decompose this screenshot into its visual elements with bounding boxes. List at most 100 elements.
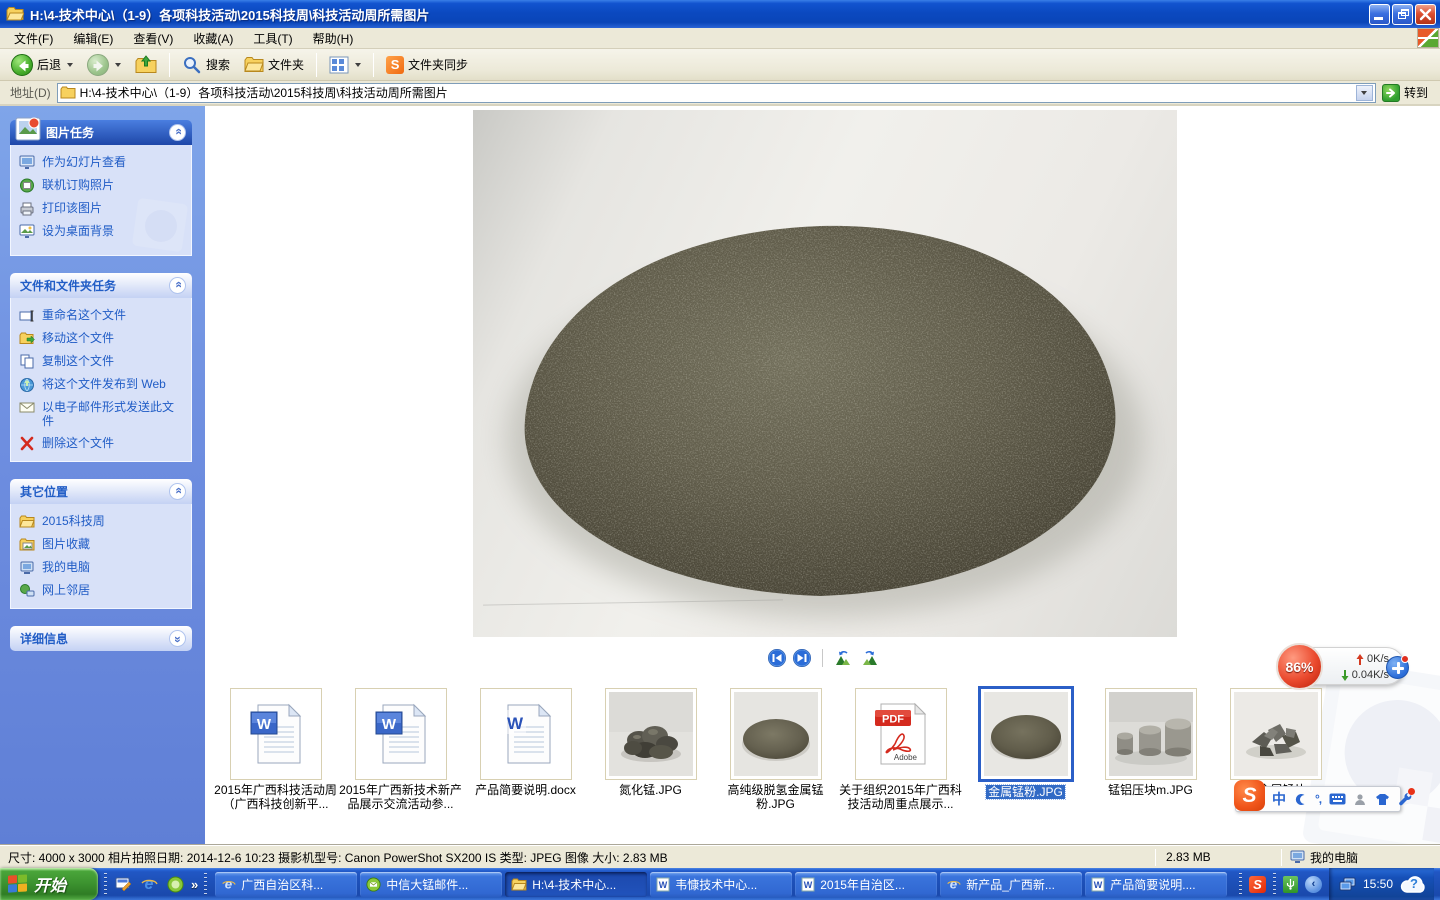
ime-skin-icon[interactable] (1375, 793, 1390, 806)
forward-dropdown-icon[interactable] (115, 63, 121, 67)
file-thumbnail[interactable]: 电解金属锰片... (1213, 688, 1338, 797)
svg-text:W: W (506, 714, 523, 733)
up-button[interactable] (130, 53, 162, 77)
folder-sync-button[interactable]: S 文件夹同步 (381, 54, 473, 76)
menu-favorites[interactable]: 收藏(A) (183, 28, 243, 49)
menu-help[interactable]: 帮助(H) (303, 28, 364, 49)
task-move-file[interactable]: 移动这个文件 (19, 331, 187, 346)
search-label: 搜索 (206, 56, 230, 73)
picture-tasks-header[interactable]: 图片任务 » (10, 120, 192, 145)
taskbar-task-active[interactable]: H:\4-技术中心... (505, 872, 647, 897)
place-network[interactable]: 网上邻居 (19, 583, 187, 598)
address-path: H:\4-技术中心\（1-9）各项科技活动\2015科技周\科技活动周所需图片 (80, 84, 1352, 101)
browser-icon[interactable] (165, 874, 185, 894)
file-thumbnail[interactable]: W 产品简要说明.docx (463, 688, 588, 797)
collapse-icon[interactable]: » (169, 124, 186, 141)
taskbar-task[interactable]: W 产品简要说明.... (1085, 872, 1227, 897)
ime-keyboard-icon[interactable] (1329, 793, 1346, 805)
toolbar-handle[interactable] (204, 873, 207, 895)
task-publish-web[interactable]: 将这个文件发布到 Web (19, 377, 187, 392)
toolbar-handle[interactable] (1239, 873, 1242, 895)
toolbar-handle[interactable] (104, 873, 107, 895)
clock[interactable]: 15:50 (1363, 877, 1393, 891)
close-button[interactable] (1415, 4, 1436, 25)
show-desktop-icon[interactable] (113, 874, 133, 894)
svg-text:PDF: PDF (882, 714, 904, 726)
menu-file[interactable]: 文件(F) (4, 28, 63, 49)
file-thumbnail[interactable]: 锰铝压块m.JPG (1088, 688, 1213, 797)
ime-language-toggle[interactable]: 中 (1272, 789, 1286, 809)
go-label: 转到 (1404, 84, 1428, 101)
internet-explorer-icon[interactable]: e (139, 874, 159, 894)
download-speed-widget[interactable]: 86% 0K/s 0.04K/s (1278, 647, 1405, 685)
place-my-computer[interactable]: 我的电脑 (19, 560, 187, 575)
previous-image-button[interactable] (768, 649, 786, 667)
taskbar-task[interactable]: e 新产品_广西新... (940, 872, 1082, 897)
task-rename-file[interactable]: 重命名这个文件 (19, 308, 187, 323)
progress-badge[interactable]: 86% (1276, 643, 1323, 690)
task-order-prints[interactable]: 联机订购照片 (19, 178, 187, 193)
other-places-header[interactable]: 其它位置 » (10, 479, 192, 504)
address-input[interactable]: H:\4-技术中心\（1-9）各项科技活动\2015科技周\科技活动周所需图片 (57, 83, 1376, 103)
toolbar-handle[interactable] (1273, 873, 1276, 895)
collapse-icon[interactable]: » (169, 483, 186, 500)
ime-punctuation-toggle[interactable]: °, (1315, 792, 1321, 806)
views-dropdown-icon[interactable] (355, 63, 361, 67)
menu-view[interactable]: 查看(V) (123, 28, 183, 49)
taskbar-task[interactable]: 中信大锰邮件... (360, 872, 502, 897)
views-button[interactable] (324, 54, 366, 76)
back-button[interactable]: 后退 (6, 52, 78, 78)
forward-button[interactable] (82, 52, 126, 78)
menu-tools[interactable]: 工具(T) (243, 28, 302, 49)
taskbar-task[interactable]: e 广西自治区科... (215, 872, 357, 897)
add-task-button[interactable] (1386, 656, 1409, 679)
quick-launch-overflow[interactable]: » (191, 877, 198, 892)
explorer-window: H:\4-技术中心\（1-9）各项科技活动\2015科技周\科技活动周所需图片 … (0, 0, 1440, 900)
search-button[interactable]: 搜索 (177, 53, 235, 77)
file-thumbnail[interactable]: 高纯级脱氢金属锰粉.JPG (713, 688, 838, 811)
ime-user-icon[interactable] (1354, 793, 1367, 806)
rotate-counterclockwise-button[interactable] (834, 650, 853, 667)
place-parent-folder[interactable]: 2015科技周 (19, 514, 187, 529)
minimize-button[interactable] (1369, 4, 1390, 25)
file-thumbnail[interactable]: W 2015年广西新技术新产品展示交流活动参... (338, 688, 463, 811)
menu-edit[interactable]: 编辑(E) (63, 28, 123, 49)
file-thumbnail[interactable]: W 2015年广西科技活动周（广西科技创新平... (213, 688, 338, 811)
back-dropdown-icon[interactable] (67, 63, 73, 67)
restore-button[interactable] (1392, 4, 1413, 25)
expand-icon[interactable]: » (169, 630, 186, 647)
taskbar-task[interactable]: W 韦慷技术中心... (650, 872, 792, 897)
folders-button[interactable]: 文件夹 (239, 54, 309, 75)
sogou-tray-icon[interactable]: S (1249, 876, 1266, 893)
collapse-icon[interactable]: » (169, 277, 186, 294)
task-email-file[interactable]: 以电子邮件形式发送此文件 (19, 400, 187, 428)
sogou-logo-icon[interactable]: S (1234, 780, 1265, 811)
start-button[interactable]: 开始 (0, 868, 98, 900)
details-header[interactable]: 详细信息 » (10, 626, 192, 651)
ime-settings-wrench-icon[interactable] (1398, 792, 1412, 806)
file-thumbnail-selected[interactable]: 金属锰粉.JPG (963, 688, 1088, 799)
network-places-icon (19, 583, 35, 598)
ime-fullhalf-icon[interactable] (1294, 793, 1307, 806)
folder-sync-label: 文件夹同步 (408, 56, 468, 73)
go-button[interactable]: 转到 (1382, 84, 1428, 102)
address-dropdown-icon[interactable] (1356, 85, 1373, 101)
window-title: H:\4-技术中心\（1-9）各项科技活动\2015科技周\科技活动周所需图片 (30, 5, 429, 24)
down-arrow-icon (1341, 670, 1349, 681)
next-image-button[interactable] (793, 649, 811, 667)
hide-icons-chevron[interactable]: ‹ (1305, 876, 1322, 893)
preview-image (473, 110, 1177, 637)
cloud-sync-icon[interactable]: ? (1400, 874, 1426, 894)
taskbar-task[interactable]: W 2015年自治区... (795, 872, 937, 897)
slideshow-icon (19, 155, 35, 170)
task-copy-file[interactable]: 复制这个文件 (19, 354, 187, 369)
task-delete-file[interactable]: 删除这个文件 (19, 436, 187, 451)
place-my-pictures[interactable]: 图片收藏 (19, 537, 187, 552)
network-tray-icon[interactable] (1339, 877, 1356, 891)
file-thumbnail[interactable]: 氮化锰.JPG (588, 688, 713, 797)
file-thumbnail[interactable]: PDF Adobe 关于组织2015年广西科技活动周重点展示... (838, 688, 963, 811)
file-tasks-header[interactable]: 文件和文件夹任务 » (10, 273, 192, 298)
usb-device-icon[interactable] (1283, 876, 1298, 893)
task-view-slideshow[interactable]: 作为幻灯片查看 (19, 155, 187, 170)
rotate-clockwise-button[interactable] (860, 650, 879, 667)
